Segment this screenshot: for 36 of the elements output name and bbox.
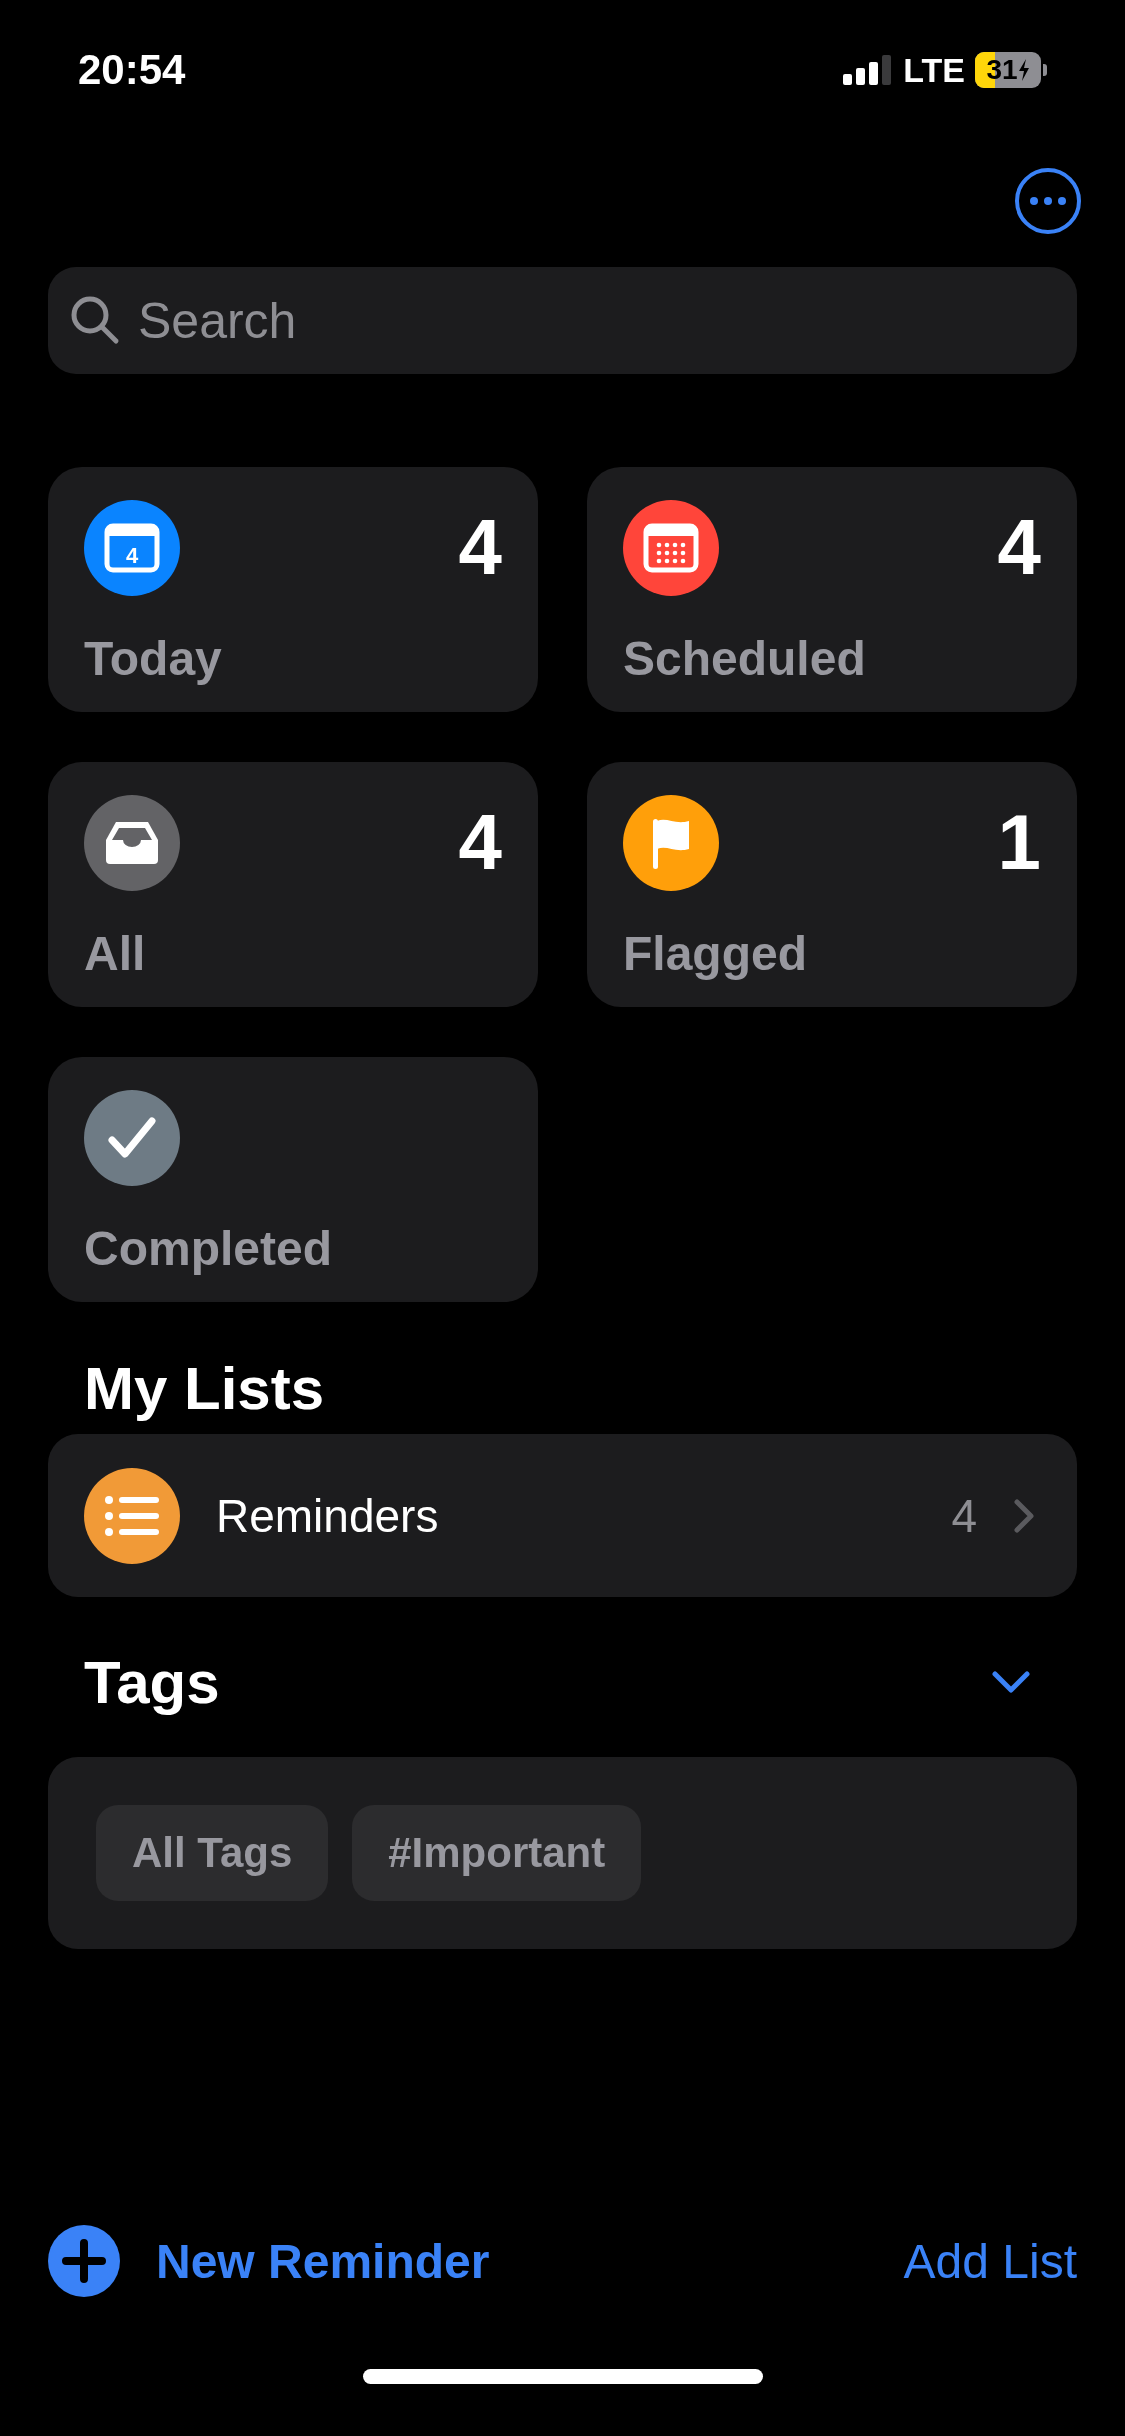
list-name: Reminders xyxy=(216,1488,440,1543)
tile-label: Completed xyxy=(84,1221,333,1276)
checkmark-icon xyxy=(107,1116,157,1160)
smart-list-tile[interactable]: 4 Scheduled xyxy=(587,467,1077,712)
tile-count: 1 xyxy=(997,803,1041,881)
new-reminder-button[interactable]: New Reminder xyxy=(48,2225,490,2297)
section-title: Tags xyxy=(84,1647,220,1717)
smart-list-tile[interactable]: 4 4 Today xyxy=(48,467,538,712)
tray-icon xyxy=(104,820,160,866)
smart-list-tile[interactable]: 4 All xyxy=(48,762,538,1007)
plus-icon xyxy=(48,2225,120,2297)
calendar-icon: 4 xyxy=(104,523,160,573)
network-label: LTE xyxy=(903,50,965,90)
calendar-icon xyxy=(643,523,699,573)
tile-label: All xyxy=(84,926,147,981)
tile-label: Flagged xyxy=(623,926,808,981)
tag-chip[interactable]: All Tags xyxy=(96,1805,329,1901)
smart-list-tile[interactable]: Completed xyxy=(48,1057,538,1302)
tag-chip[interactable]: #Important xyxy=(352,1805,642,1901)
search-field[interactable]: Search xyxy=(48,267,1077,374)
more-button[interactable] xyxy=(1015,168,1081,234)
search-icon xyxy=(70,295,120,345)
tile-count: 4 xyxy=(458,803,502,881)
list-count: 4 xyxy=(951,1488,977,1543)
smart-list-tile[interactable]: 1 Flagged xyxy=(587,762,1077,1007)
tile-count: 4 xyxy=(997,508,1041,586)
status-time: 20:54 xyxy=(78,46,186,94)
tile-label: Scheduled xyxy=(623,631,867,686)
tile-label: Today xyxy=(84,631,223,686)
list-row[interactable]: Reminders 4 xyxy=(48,1434,1077,1597)
add-list-button[interactable]: Add List xyxy=(903,2233,1077,2289)
signal-icon xyxy=(843,55,894,85)
tile-count: 4 xyxy=(458,508,502,586)
chevron-down-icon[interactable] xyxy=(991,1670,1031,1694)
chevron-right-icon xyxy=(1013,1497,1035,1534)
section-title: My Lists xyxy=(84,1353,325,1423)
